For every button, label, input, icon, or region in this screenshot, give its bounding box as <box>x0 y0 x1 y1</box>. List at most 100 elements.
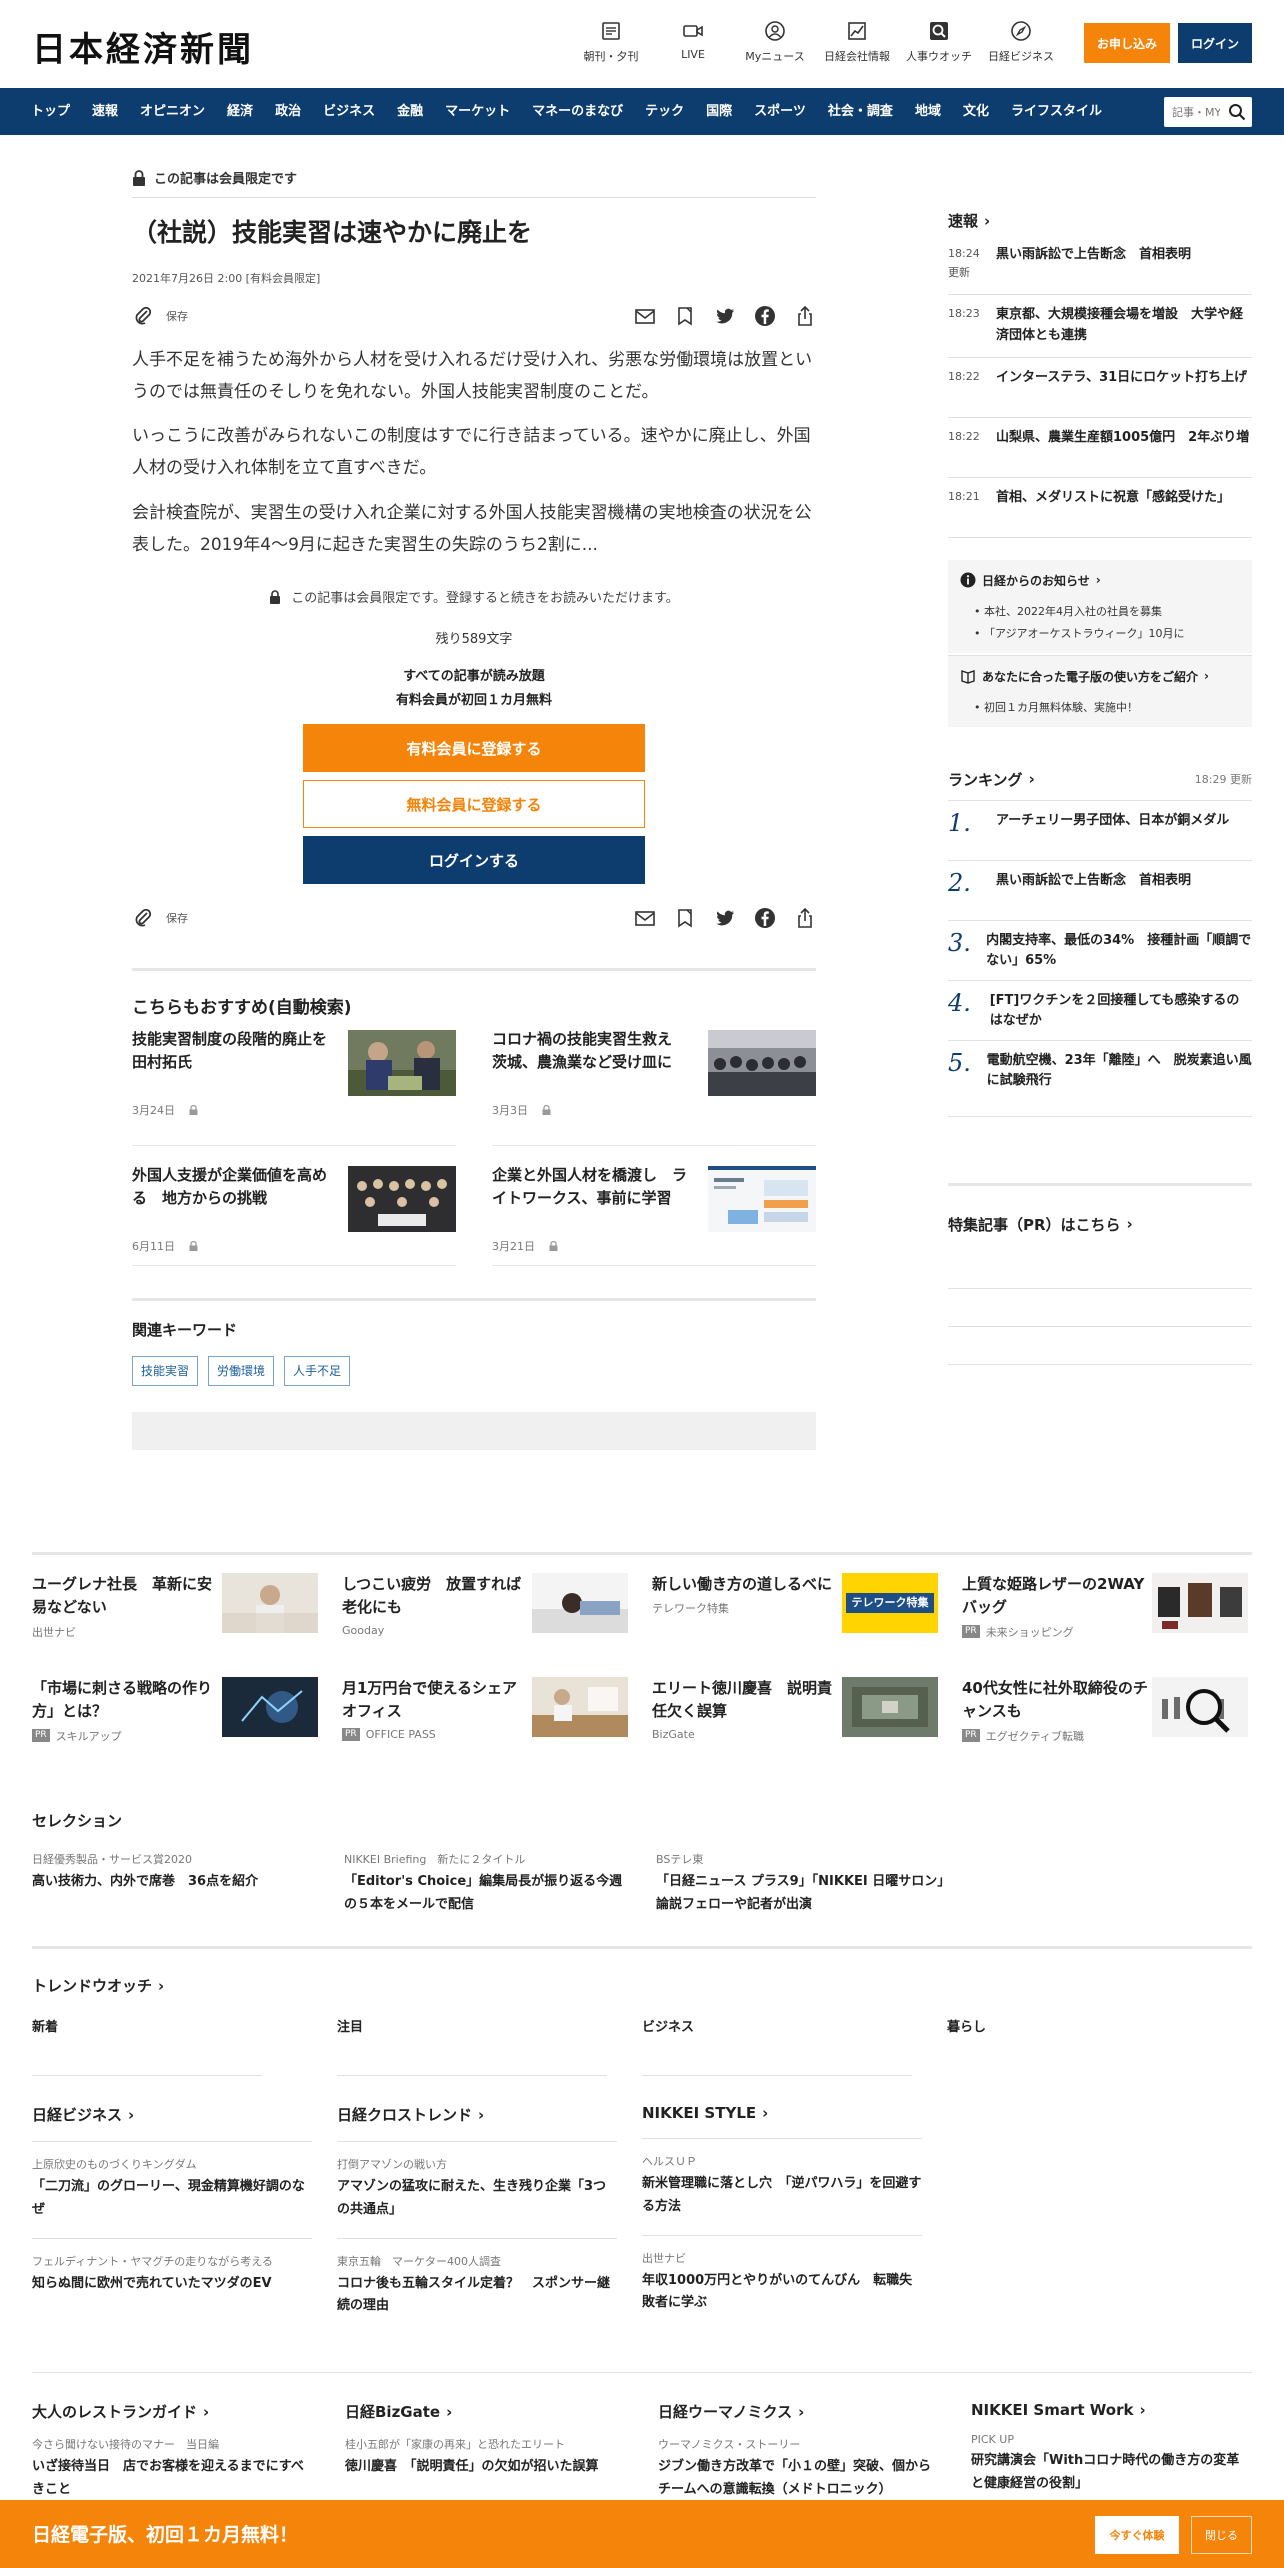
ad-item[interactable]: エリート徳川慶喜 説明責任欠く誤算 BizGate <box>652 1659 938 1763</box>
register-paid-button[interactable]: 有料会員に登録する <box>303 724 645 773</box>
nav-item-market[interactable]: マーケット <box>434 88 521 135</box>
media-item[interactable]: 東京五輪 マーケター400人調査 コロナ後も五輪スタイル定着？ スポンサー継続の理… <box>337 2239 617 2335</box>
media-heading[interactable]: NIKKEI STYLE › <box>642 2104 922 2139</box>
recommended-item[interactable]: コロナ禍の技能実習生救え 茨城、農漁業など受け皿に 3月3日 <box>492 1026 816 1147</box>
media-item[interactable]: 打倒アマゾンの戦い方 アマゾンの猛攻に耐えた、生き残り企業「3つの共通点」 <box>337 2142 617 2239</box>
bookmark-icon[interactable] <box>674 305 696 327</box>
facebook-icon[interactable] <box>754 305 776 327</box>
nav-item-top[interactable]: トップ <box>20 88 81 135</box>
media-item[interactable]: フェルディナント・ヤマグチの走りながら考える 知らぬ間に欧州で売れていたマツダのE… <box>32 2239 312 2312</box>
ranking-item[interactable]: 2. 黒い雨訴訟で上告断念 首相表明 <box>948 861 1252 921</box>
nav-item-lifestyle[interactable]: ライフスタイル <box>1000 88 1113 135</box>
keyword-tag[interactable]: 人手不足 <box>284 1356 351 1387</box>
ranking-item[interactable]: 1. アーチェリー男子団体、日本が銅メダル <box>948 801 1252 861</box>
nav-item-tech[interactable]: テック <box>634 88 695 135</box>
media-heading[interactable]: 日経ウーマノミクス › <box>658 2401 938 2430</box>
ranking-item[interactable]: 3. 内閣支持率、最低の34% 接種計画「順調でない」65% <box>948 921 1252 981</box>
header-nav-business[interactable]: 日経ビジネス <box>980 20 1062 64</box>
sokuhou-item[interactable]: 18:24 更新 黒い雨訴訟で上告断念 首相表明 <box>948 245 1252 295</box>
ranking-heading[interactable]: ランキング › <box>948 769 1035 790</box>
share-icon[interactable] <box>794 305 816 327</box>
nav-item-sports[interactable]: スポーツ <box>743 88 817 135</box>
sokuhou-item[interactable]: 18:23 東京都、大規模接種会場を増設 大学や経済団体とも連携 <box>948 305 1252 358</box>
article-login-button[interactable]: ログインする <box>303 836 645 885</box>
selection-item[interactable]: NIKKEI Briefing 新たに２タイトル 「Editor's Choice… <box>344 1851 634 1917</box>
site-logo[interactable]: 日本経済新聞 <box>32 22 254 71</box>
nav-item-sokuhou[interactable]: 速報 <box>81 88 129 135</box>
recommended-item[interactable]: 企業と外国人材を橋渡し ライトワークス、事前に学習 3月21日 <box>492 1146 816 1267</box>
ad-item[interactable]: 「市場に刺さる戦略の作り方」とは？ PR スキルアップ <box>32 1659 318 1763</box>
ad-item[interactable]: しつこい疲労 放置すれば老化にも Gooday <box>342 1555 628 1659</box>
nav-item-opinion[interactable]: オピニオン <box>129 88 216 135</box>
mail-icon[interactable] <box>634 305 656 327</box>
trend-tab-living[interactable]: 暮らし <box>947 2016 1252 2035</box>
facebook-icon[interactable] <box>754 907 776 929</box>
nav-item-finance[interactable]: 金融 <box>386 88 434 135</box>
notice-item[interactable]: 本社、2022年4月入社の社員を募集 <box>960 601 1240 623</box>
recommended-item[interactable]: 技能実習制度の段階的廃止を 田村拓氏 3月24日 <box>132 1026 456 1147</box>
media-heading[interactable]: 日経ビジネス › <box>32 2104 312 2142</box>
selection-item[interactable]: BSテレ東 「日経ニュース プラス9」「NIKKEI 日曜サロン」論説フェローや記… <box>656 1851 946 1917</box>
recommended-item[interactable]: 外国人支援が企業価値を高める 地方からの挑戦 6月11日 <box>132 1146 456 1267</box>
media-heading[interactable]: 大人のレストランガイド › <box>32 2401 312 2430</box>
guide-item[interactable]: 初回１カ月無料体験、実施中！ <box>960 697 1240 719</box>
nav-item-economy[interactable]: 経済 <box>216 88 264 135</box>
sokuhou-heading[interactable]: 速報 › <box>948 210 1252 231</box>
guide-heading[interactable]: あなたに合った電子版の使い方をご紹介 › <box>960 668 1240 685</box>
keyword-tag[interactable]: 技能実習 <box>132 1356 199 1387</box>
ranking-item[interactable]: 4. [FT]ワクチンを２回接種しても感染するのはなぜか <box>948 981 1252 1041</box>
media-heading[interactable]: NIKKEI Smart Work › <box>971 2401 1251 2427</box>
media-heading[interactable]: 日経クロストレンド › <box>337 2104 617 2142</box>
ad-item[interactable]: 40代女性に社外取締役のチャンスも PR エグゼクティブ転職 <box>962 1659 1248 1763</box>
pr-heading[interactable]: 特集記事（PR）はこちら › <box>948 1214 1252 1235</box>
trend-tab-business[interactable]: ビジネス <box>642 2016 947 2035</box>
ranking-item[interactable]: 5. 電動航空機、23年「離陸」へ 脱炭素追い風に試験飛行 <box>948 1041 1252 1117</box>
nav-item-money[interactable]: マネーのまなび <box>521 88 634 135</box>
save-button[interactable]: 保存 <box>132 907 188 929</box>
nav-item-politics[interactable]: 政治 <box>264 88 312 135</box>
nav-item-society[interactable]: 社会・調査 <box>817 88 904 135</box>
search-icon[interactable] <box>1228 103 1246 121</box>
twitter-icon[interactable] <box>714 907 736 929</box>
header-nav-company[interactable]: 日経会社情報 <box>816 20 898 64</box>
try-now-button[interactable]: 今すぐ体験 <box>1095 2516 1179 2554</box>
trend-tab-featured[interactable]: 注目 <box>337 2016 642 2035</box>
notice-heading[interactable]: 日経からのお知らせ › <box>960 572 1240 589</box>
close-banner-button[interactable]: 閉じる <box>1191 2516 1252 2554</box>
ad-item[interactable]: ユーグレナ社長 革新に安易などない 出世ナビ <box>32 1555 318 1659</box>
sokuhou-item[interactable]: 18:22 インターステラ、31日にロケット打ち上げ <box>948 368 1252 418</box>
header-nav-mynews[interactable]: Myニュース <box>734 20 816 64</box>
save-button[interactable]: 保存 <box>132 305 188 327</box>
twitter-icon[interactable] <box>714 305 736 327</box>
header-nav-jinji[interactable]: 人事ウオッチ <box>898 20 980 64</box>
ad-item[interactable]: 月1万円台で使えるシェアオフィス PR OFFICE PASS <box>342 1659 628 1763</box>
media-item[interactable]: 上原欣史のものづくりキングダム 「二刀流」のグローリー、現金精算機好調のなぜ <box>32 2142 312 2239</box>
nav-item-region[interactable]: 地域 <box>904 88 952 135</box>
trend-tab-new[interactable]: 新着 <box>32 2016 337 2035</box>
trend-heading[interactable]: トレンドウオッチ › <box>32 1975 1252 1996</box>
apply-button[interactable]: お申し込み <box>1084 23 1170 63</box>
header-nav-paper[interactable]: 朝刊・夕刊 <box>570 20 652 64</box>
register-free-button[interactable]: 無料会員に登録する <box>303 780 645 829</box>
login-button[interactable]: ログイン <box>1178 23 1252 63</box>
media-item[interactable]: 桂小五郎が「家康の再来」と恐れたエリート 徳川慶喜 「説明責任」の欠如が招いた誤算 <box>345 2430 625 2495</box>
notice-item[interactable]: 「アジアオーケストラウィーク」10月に <box>960 623 1240 645</box>
nav-item-world[interactable]: 国際 <box>695 88 743 135</box>
sokuhou-item[interactable]: 18:21 首相、メダリストに祝意「感銘受けた」 <box>948 488 1252 538</box>
share-icon[interactable] <box>794 907 816 929</box>
nav-item-business[interactable]: ビジネス <box>312 88 386 135</box>
media-item[interactable]: ヘルスＵＰ 新米管理職に落とし穴 「逆パワハラ」を回避する方法 <box>642 2139 922 2236</box>
sokuhou-item[interactable]: 18:22 山梨県、農業生産額1005億円 2年ぶり増 <box>948 428 1252 478</box>
media-item[interactable]: PICK UP 研究講演会「Withコロナ時代の働き方の変革と健康経営の役割」 <box>971 2427 1251 2512</box>
nav-item-culture[interactable]: 文化 <box>952 88 1000 135</box>
mail-icon[interactable] <box>634 907 656 929</box>
bookmark-icon[interactable] <box>674 907 696 929</box>
media-item[interactable]: 出世ナビ 年収1000万円とやりがいのてんびん 転職失敗者に学ぶ <box>642 2236 922 2332</box>
ad-item[interactable]: 新しい働き方の道しるべに テレワーク特集 テレワーク特集 <box>652 1555 938 1659</box>
search-input[interactable] <box>1164 97 1220 127</box>
selection-item[interactable]: 日経優秀製品・サービス賞2020 高い技術力、内外で席巻 36点を紹介 <box>32 1851 322 1917</box>
media-heading[interactable]: 日経BizGate › <box>345 2401 625 2430</box>
header-nav-live[interactable]: LIVE <box>652 20 734 64</box>
keyword-tag[interactable]: 労働環境 <box>208 1356 275 1387</box>
ad-item[interactable]: 上質な姫路レザーの2WAYバッグ PR 未来ショッピング <box>962 1555 1248 1659</box>
